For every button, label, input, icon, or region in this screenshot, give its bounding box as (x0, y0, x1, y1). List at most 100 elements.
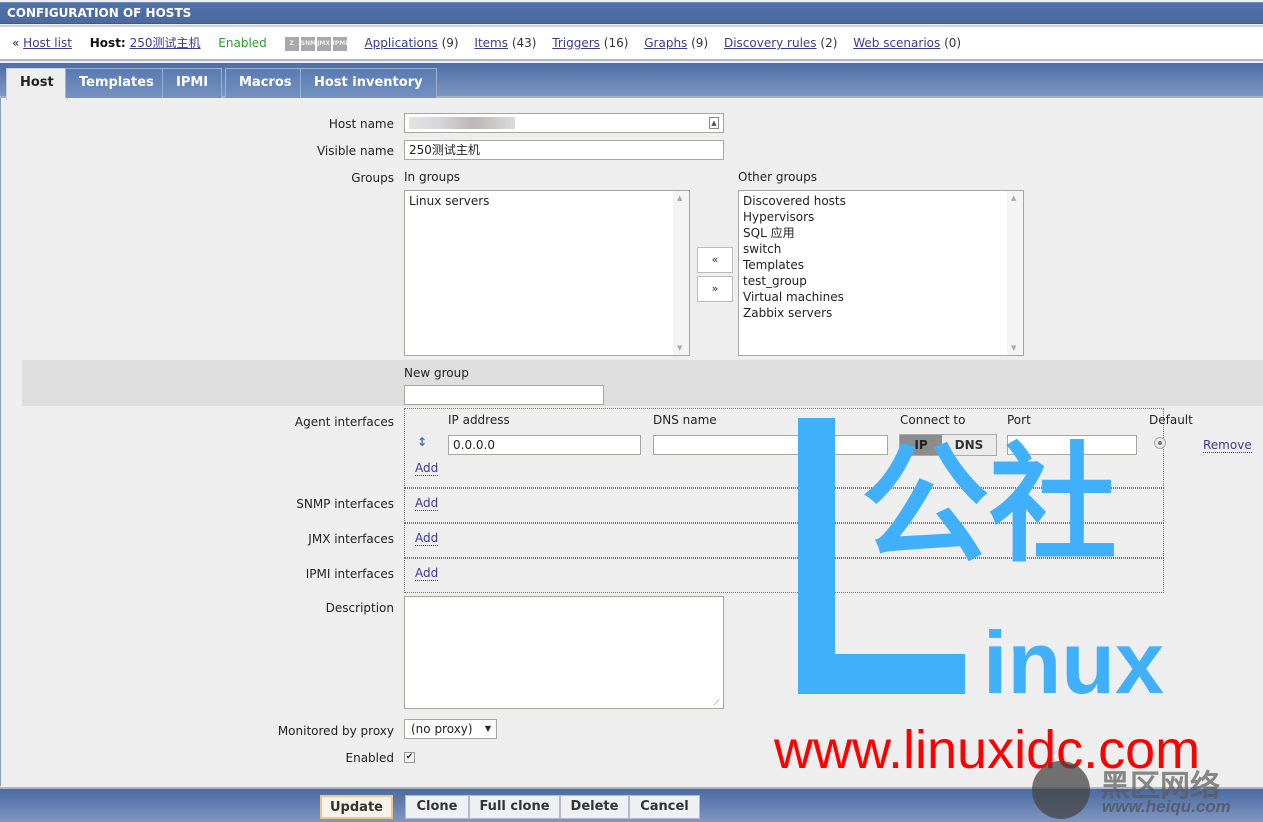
other-groups-scrollbar[interactable]: ▲ ▼ (1007, 191, 1023, 355)
new-group-row (22, 360, 1263, 406)
host-form: Host name ▲ Visible name 250测试主机 Groups … (0, 98, 1263, 786)
tab-host[interactable]: Host (6, 68, 68, 100)
scroll-up-icon[interactable]: ▲ (1011, 194, 1016, 202)
description-label: Description (325, 601, 394, 615)
in-groups-scrollbar[interactable]: ▲ ▼ (673, 191, 689, 355)
tab-host-inventory[interactable]: Host inventory (300, 68, 437, 98)
snmp-icon: SNMP (300, 36, 315, 51)
jmx-icon: JMX (316, 36, 331, 51)
visible-name-label: Visible name (316, 144, 394, 158)
cancel-button[interactable]: Cancel (629, 795, 700, 819)
graphs-count: (9) (691, 36, 709, 50)
connect-to-header: Connect to (900, 413, 966, 427)
enabled-label: Enabled (345, 751, 395, 765)
new-group-input[interactable] (404, 385, 604, 405)
in-groups-list[interactable]: Linux servers ▲ ▼ (404, 190, 690, 356)
update-button[interactable]: Update (320, 795, 393, 819)
triggers-link[interactable]: Triggers (552, 36, 600, 50)
agent-ip-input[interactable]: 0.0.0.0 (448, 435, 641, 455)
items-link[interactable]: Items (474, 36, 508, 50)
add-jmx-interface-link[interactable]: Add (415, 531, 439, 546)
triggers-count: (16) (603, 36, 629, 50)
watermark-inux-text: inux (983, 613, 1164, 712)
other-group-option[interactable]: Zabbix servers (743, 305, 1019, 321)
host-name-link[interactable]: 250测试主机 (130, 36, 201, 50)
other-group-option[interactable]: SQL 应用 (743, 225, 1019, 241)
tab-ipmi[interactable]: IPMI (162, 68, 223, 98)
default-interface-radio[interactable] (1154, 437, 1166, 449)
dropdown-arrow-icon: ▼ (484, 724, 491, 733)
move-to-other-groups-button[interactable]: » (697, 276, 733, 302)
agent-dns-input[interactable] (653, 435, 888, 455)
add-ipmi-interface-link[interactable]: Add (415, 566, 439, 581)
in-groups-label: In groups (404, 170, 461, 184)
applications-link[interactable]: Applications (364, 36, 437, 50)
host-label: Host: (89, 36, 126, 50)
host-name-label: Host name (328, 117, 394, 131)
full-clone-button[interactable]: Full clone (469, 795, 560, 819)
delete-button[interactable]: Delete (560, 795, 629, 819)
tab-macros[interactable]: Macros (225, 68, 306, 98)
scroll-down-icon[interactable]: ▼ (677, 344, 682, 352)
proxy-select[interactable]: (no proxy) ▼ (404, 719, 497, 739)
scroll-down-icon[interactable]: ▼ (1011, 344, 1016, 352)
watermark-logo-l-base (798, 654, 965, 694)
enabled-checkbox[interactable]: ✔ (404, 752, 415, 763)
ip-address-header: IP address (448, 413, 510, 427)
web-scenarios-link[interactable]: Web scenarios (853, 36, 940, 50)
heiqu-logo-icon (1032, 761, 1090, 819)
move-to-in-groups-button[interactable]: « (697, 247, 733, 273)
clone-button[interactable]: Clone (405, 795, 469, 819)
web-scenarios-count: (0) (944, 36, 962, 50)
zabbix-agent-icon: Z (284, 36, 299, 51)
dns-name-header: DNS name (653, 413, 717, 427)
watermark-logo-l (798, 418, 835, 694)
other-group-option[interactable]: test_group (743, 273, 1019, 289)
interface-availability: Z SNMP JMX IPMI (284, 36, 347, 51)
description-textarea[interactable] (404, 596, 724, 709)
other-group-option[interactable]: Hypervisors (743, 209, 1019, 225)
new-group-label: New group (404, 366, 469, 380)
other-groups-list[interactable]: Discovered hosts Hypervisors SQL 应用 swit… (738, 190, 1024, 356)
tab-bar: Host Templates IPMI Macros Host inventor… (0, 63, 1263, 100)
add-snmp-interface-link[interactable]: Add (415, 496, 439, 511)
resize-handle-icon[interactable]: ⟋ (714, 698, 720, 708)
scroll-up-icon[interactable]: ▲ (677, 194, 682, 202)
items-count: (43) (511, 36, 537, 50)
heiqu-url-text: www.heiqu.com (1102, 797, 1231, 816)
in-group-option[interactable]: Linux servers (409, 193, 685, 209)
blurred-host-name (409, 117, 515, 129)
discovery-rules-link[interactable]: Discovery rules (724, 36, 817, 50)
remove-interface-link[interactable]: Remove (1203, 438, 1252, 453)
proxy-selected-value: (no proxy) (411, 722, 473, 736)
host-list-link[interactable]: Host list (23, 36, 72, 50)
other-groups-label: Other groups (738, 170, 817, 184)
default-header: Default (1149, 413, 1193, 427)
agent-interfaces-label: Agent interfaces (294, 415, 394, 429)
host-status[interactable]: Enabled (218, 36, 267, 50)
other-group-option[interactable]: Virtual machines (743, 289, 1019, 305)
autofill-icon[interactable]: ▲ (709, 117, 719, 129)
other-group-option[interactable]: Discovered hosts (743, 193, 1019, 209)
other-group-option[interactable]: Templates (743, 257, 1019, 273)
jmx-interfaces-label: JMX interfaces (308, 532, 394, 546)
ipmi-interfaces-label: IPMI interfaces (305, 567, 394, 581)
back-icon: « (12, 36, 20, 50)
discovery-rules-count: (2) (820, 36, 838, 50)
watermark-cn-text: 公社 (861, 434, 1118, 577)
page-title: CONFIGURATION OF HOSTS (0, 2, 1263, 24)
proxy-label: Monitored by proxy (277, 724, 394, 738)
host-navigation-bar: « Host list Host: 250测试主机 Enabled Z SNMP… (0, 25, 1263, 61)
ipmi-icon: IPMI (332, 36, 347, 51)
snmp-interfaces-label: SNMP interfaces (296, 497, 394, 511)
groups-label: Groups (351, 171, 394, 185)
tab-templates[interactable]: Templates (65, 68, 168, 98)
add-agent-interface-link[interactable]: Add (415, 461, 439, 476)
host-name-input[interactable]: ▲ (404, 113, 724, 133)
form-actions-bar: Update Clone Full clone Delete Cancel 黑区… (0, 761, 1263, 822)
drag-handle-icon[interactable]: ↕ (417, 435, 427, 449)
applications-count: (9) (441, 36, 459, 50)
visible-name-input[interactable]: 250测试主机 (404, 140, 724, 160)
other-group-option[interactable]: switch (743, 241, 1019, 257)
graphs-link[interactable]: Graphs (644, 36, 687, 50)
